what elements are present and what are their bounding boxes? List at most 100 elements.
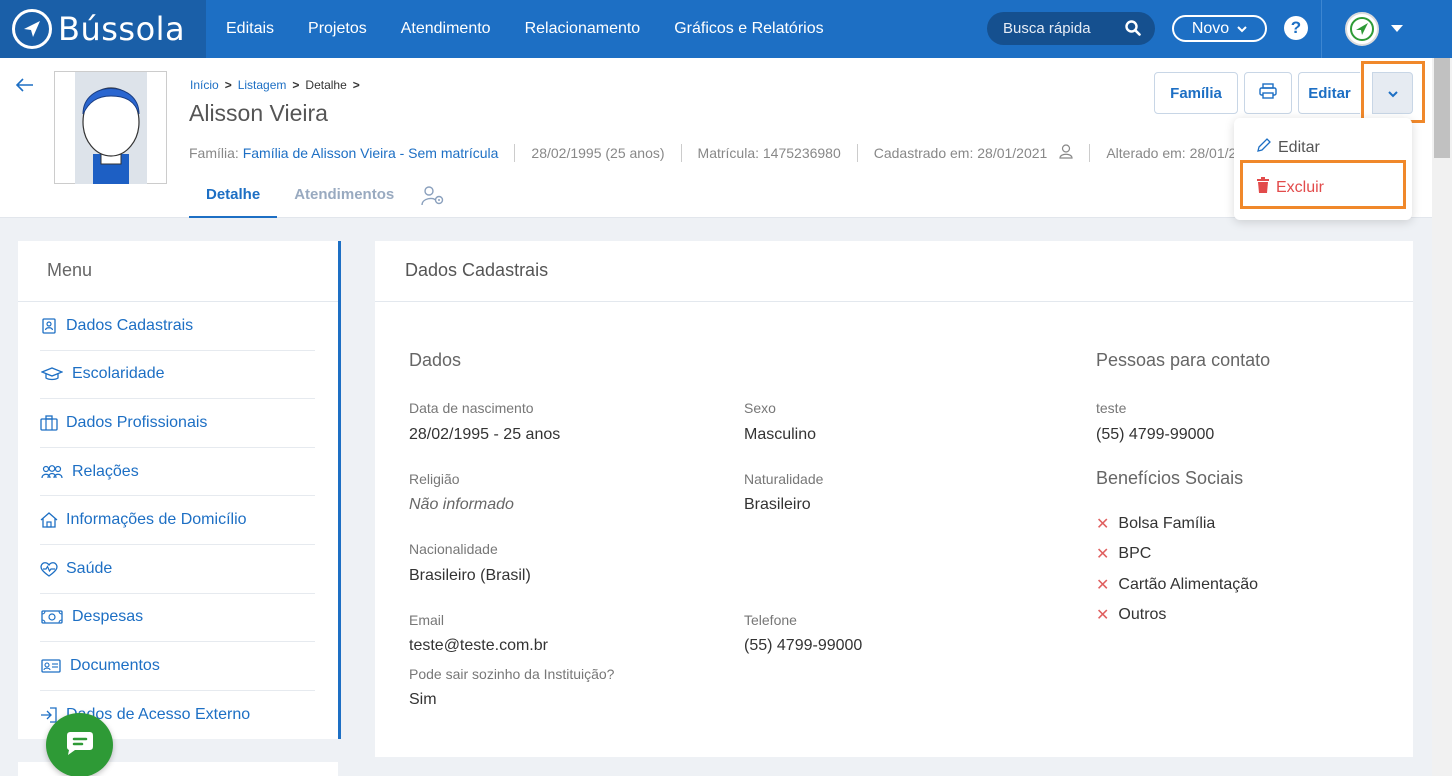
page-scrollbar[interactable] xyxy=(1432,58,1452,776)
person-header: Início > Listagem > Detalhe > Alisson Vi… xyxy=(0,58,1432,218)
main-nav: Editais Projetos Atendimento Relacioname… xyxy=(226,0,858,58)
novo-button[interactable]: Novo xyxy=(1172,15,1267,42)
breadcrumb-inicio[interactable]: Início xyxy=(190,78,219,92)
more-actions-toggle[interactable] xyxy=(1372,72,1413,114)
benefit-item: ✕ Cartão Alimentação xyxy=(1096,575,1258,595)
tab-atendimentos[interactable]: Atendimentos xyxy=(277,180,411,218)
actions-dropdown: Editar Excluir xyxy=(1234,118,1412,220)
sex-value: Masculino xyxy=(744,426,817,443)
sidebar-item-dados-profissionais[interactable]: Dados Profissionais xyxy=(40,399,315,448)
breadcrumb-detalhe: Detalhe xyxy=(305,78,347,92)
sidebar-item-label: Dados Cadastrais xyxy=(66,316,194,334)
user-settings-icon xyxy=(421,186,445,210)
sidebar-item-label: Relações xyxy=(72,462,139,480)
naturalidade-label: Naturalidade xyxy=(744,471,824,487)
avatar-placeholder-icon xyxy=(75,72,147,184)
nav-projetos[interactable]: Projetos xyxy=(308,20,367,38)
quick-search-input[interactable] xyxy=(1003,20,1121,37)
nationality-value: Brasileiro (Brasil) xyxy=(409,567,531,584)
graduation-cap-icon xyxy=(40,367,64,381)
person-meta: Família: Família de Alisson Vieira - Sem… xyxy=(189,144,1260,162)
phone-label: Telefone xyxy=(744,612,797,628)
nationality-label: Nacionalidade xyxy=(409,541,498,557)
sidebar-item-label: Saúde xyxy=(66,559,113,577)
section-beneficios-title: Benefícios Sociais xyxy=(1096,468,1244,488)
breadcrumb-separator: > xyxy=(292,78,300,92)
sidebar-item-relacoes[interactable]: Relações xyxy=(40,448,315,497)
naturalidade-value: Brasileiro xyxy=(744,496,811,513)
nav-graficos-relatorios[interactable]: Gráficos e Relatórios xyxy=(674,20,823,38)
user-outline-icon[interactable] xyxy=(1059,144,1073,162)
breadcrumb-separator: > xyxy=(224,78,232,92)
document-icon xyxy=(40,659,62,673)
dropdown-delete-label: Excluir xyxy=(1276,178,1325,196)
family-label: Família: xyxy=(189,145,239,161)
benefit-label: BPC xyxy=(1118,545,1152,562)
religion-value: Não informado xyxy=(409,496,514,513)
dropdown-edit-label: Editar xyxy=(1278,138,1320,156)
scrollbar-thumb[interactable] xyxy=(1434,58,1450,158)
nav-divider xyxy=(1321,0,1322,58)
section-dados-title: Dados xyxy=(409,350,462,370)
person-name: Alisson Vieira xyxy=(189,100,328,126)
religion-label: Religião xyxy=(409,471,460,487)
sidebar-item-dados-cadastrais[interactable]: Dados Cadastrais xyxy=(40,302,315,351)
dados-cadastrais-panel: Dados Cadastrais Dados Data de nasciment… xyxy=(375,241,1413,757)
user-avatar[interactable] xyxy=(1345,12,1379,46)
sidebar-item-label: Dados Profissionais xyxy=(66,413,208,431)
chat-bubble-icon xyxy=(65,730,95,761)
search-icon[interactable] xyxy=(1125,20,1141,41)
people-icon xyxy=(40,464,64,479)
contact-phone: (55) 4799-99000 xyxy=(1096,426,1215,443)
x-mark-icon: ✕ xyxy=(1096,607,1110,624)
chat-button[interactable] xyxy=(46,713,113,776)
printer-icon xyxy=(1259,83,1277,103)
dropdown-delete[interactable]: Excluir xyxy=(1256,177,1324,198)
sidebar-item-saude[interactable]: Saúde xyxy=(40,545,315,594)
matricula: Matrícula: 1475236980 xyxy=(697,145,841,161)
nav-atendimento[interactable]: Atendimento xyxy=(401,20,491,38)
sidebar-item-despesas[interactable]: Despesas xyxy=(40,594,315,643)
benefit-item: ✕ BPC xyxy=(1096,544,1151,564)
breadcrumb: Início > Listagem > Detalhe > xyxy=(190,78,360,92)
sidebar-title: Menu xyxy=(47,260,93,280)
dropdown-edit[interactable]: Editar xyxy=(1256,137,1320,158)
x-mark-icon: ✕ xyxy=(1096,516,1110,533)
sidebar-item-documentos[interactable]: Documentos xyxy=(40,642,315,691)
help-icon[interactable]: ? xyxy=(1284,16,1308,40)
print-button[interactable] xyxy=(1244,72,1292,114)
sidebar-item-label: Informações de Domicílio xyxy=(66,511,247,529)
birth-value: 28/02/1995 - 25 anos xyxy=(409,426,561,443)
benefit-item: ✕ Bolsa Família xyxy=(1096,514,1215,534)
home-icon xyxy=(40,512,58,528)
benefit-label: Outros xyxy=(1118,606,1167,623)
tab-user-settings[interactable] xyxy=(411,180,457,218)
x-mark-icon: ✕ xyxy=(1096,546,1110,563)
money-icon xyxy=(40,610,64,625)
sidebar-items: Dados Cadastrais Escolaridade Dados Prof… xyxy=(40,302,315,739)
novo-label: Novo xyxy=(1191,19,1230,37)
birth-label: Data de nascimento xyxy=(409,400,534,416)
sex-label: Sexo xyxy=(744,400,776,416)
pode-sair-value: Sim xyxy=(409,691,437,708)
chevron-down-icon xyxy=(1387,85,1398,102)
sidebar-item-informacoes-domicilio[interactable]: Informações de Domicílio xyxy=(40,496,315,545)
caret-down-icon[interactable] xyxy=(1391,25,1403,32)
sidebar-item-escolaridade[interactable]: Escolaridade xyxy=(40,351,315,400)
benefit-label: Cartão Alimentação xyxy=(1118,576,1259,593)
panel-title: Dados Cadastrais xyxy=(405,260,549,280)
brand-logo[interactable]: Bússola xyxy=(0,0,206,58)
breadcrumb-separator: > xyxy=(352,78,360,92)
nav-editais[interactable]: Editais xyxy=(226,20,274,38)
cadastrado-em: Cadastrado em: 28/01/2021 xyxy=(873,145,1048,161)
tab-detalhe[interactable]: Detalhe xyxy=(189,180,278,218)
family-link[interactable]: Família de Alisson Vieira - Sem matrícul… xyxy=(243,145,499,161)
pencil-icon xyxy=(1256,137,1272,158)
back-arrow-icon[interactable] xyxy=(15,75,34,98)
editar-button[interactable]: Editar xyxy=(1298,72,1360,114)
email-value: teste@teste.com.br xyxy=(409,637,548,654)
familia-button[interactable]: Família xyxy=(1154,72,1238,114)
benefit-item: ✕ Outros xyxy=(1096,605,1166,625)
nav-relacionamento[interactable]: Relacionamento xyxy=(525,20,641,38)
breadcrumb-listagem[interactable]: Listagem xyxy=(238,78,287,92)
